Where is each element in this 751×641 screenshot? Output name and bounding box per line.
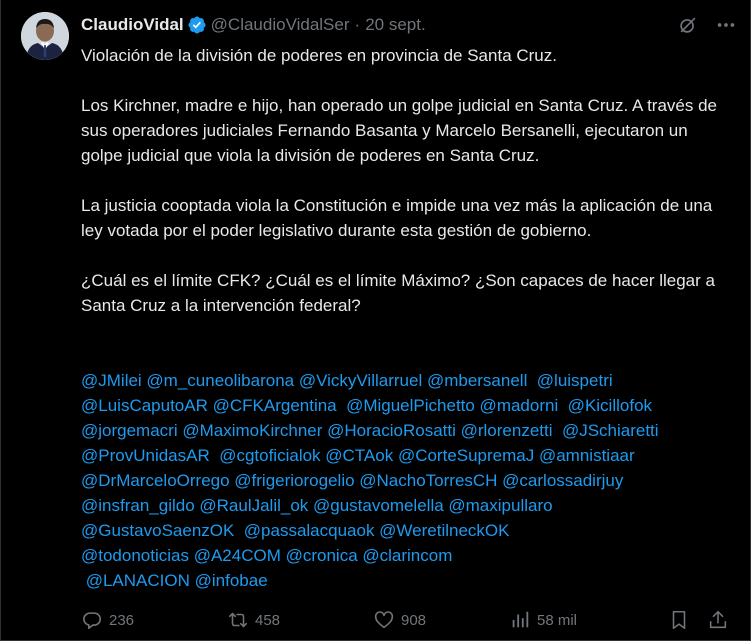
repost-icon [228,612,248,628]
views-icon [512,611,529,628]
tweet-paragraph: Los Kirchner, madre e hijo, han operado … [81,96,718,165]
repost-count: 458 [255,611,281,629]
mention-line[interactable]: @ProvUnidasAR @cgtoficialok @CTAok @Cort… [81,443,731,468]
share-button[interactable] [707,607,729,633]
reply-count: 236 [109,611,135,629]
mention-line[interactable]: @LuisCaputoAR @CFKArgentina @MiguelPiche… [81,393,731,418]
reply-button[interactable]: 236 [81,607,134,633]
verified-badge-icon[interactable] [187,15,207,35]
views-count: 58 mil [537,611,578,629]
tweet-header: ClaudioVidal @ClaudioVidalSer · 20 sept. [81,14,426,36]
bookmark-icon [672,610,686,630]
tweet-paragraph: Violación de la división de poderes en p… [81,46,557,65]
mention-link[interactable]: @todonoticias @A24COM @cronica @clarinco… [81,546,452,565]
mention-line[interactable]: @insfran_gildo @RaulJalil_ok @gustavomel… [81,493,731,518]
mention-line[interactable]: @LANACION @infobae [81,568,731,593]
mention-link[interactable]: @DrMarceloOrrego @frigeriorogelio @Nacho… [81,471,623,490]
mention-line[interactable]: @JMilei @m_cuneolibarona @VickyVillarrue… [81,368,731,393]
mention-link[interactable]: @jorgemacri @MaximoKirchner @HoracioRosa… [81,421,659,440]
author-handle[interactable]: @ClaudioVidalSer [211,15,350,35]
grok-icon[interactable] [677,14,699,36]
tweet-paragraph: ¿Cuál es el límite CFK? ¿Cuál es el lími… [81,271,715,315]
action-bar: 236 458 908 58 mil [1,607,751,633]
repost-button[interactable]: 458 [227,607,280,633]
separator-dot: · [354,15,361,34]
views-button[interactable]: 58 mil [509,607,577,633]
avatar-image [21,12,69,60]
mention-link[interactable]: @insfran_gildo @RaulJalil_ok @gustavomel… [81,496,553,515]
tweet-text: Violación de la división de poderes en p… [81,43,731,343]
share-icon [709,610,727,629]
mention-link[interactable]: @JMilei @m_cuneolibarona @VickyVillarrue… [81,371,613,390]
like-button[interactable]: 908 [373,607,426,633]
avatar[interactable] [21,12,69,60]
more-icon[interactable] [715,14,737,36]
mentions-block: @JMilei @m_cuneolibarona @VickyVillarrue… [81,368,731,593]
tweet-paragraph: La justicia cooptada viola la Constituci… [81,196,713,240]
tweet[interactable]: ClaudioVidal @ClaudioVidalSer · 20 sept.… [0,0,751,641]
reply-icon [83,612,102,630]
mention-link[interactable]: @GustavoSaenzOK @passalacquaok @Weretiln… [81,521,510,540]
display-name[interactable]: ClaudioVidal [81,15,184,35]
mention-line[interactable]: @DrMarceloOrrego @frigeriorogelio @Nacho… [81,468,731,493]
tweet-date[interactable]: 20 sept. [365,15,426,35]
mention-link[interactable]: @LANACION @infobae [81,571,268,590]
mention-line[interactable]: @todonoticias @A24COM @cronica @clarinco… [81,543,731,568]
heart-icon [374,611,394,629]
mention-line[interactable]: @GustavoSaenzOK @passalacquaok @Weretiln… [81,518,731,543]
mention-link[interactable]: @LuisCaputoAR @CFKArgentina @MiguelPiche… [81,396,652,415]
like-count: 908 [401,611,427,629]
mention-link[interactable]: @ProvUnidasAR @cgtoficialok @CTAok @Cort… [81,446,635,465]
mention-line[interactable]: @jorgemacri @MaximoKirchner @HoracioRosa… [81,418,731,443]
bookmark-button[interactable] [668,607,690,633]
